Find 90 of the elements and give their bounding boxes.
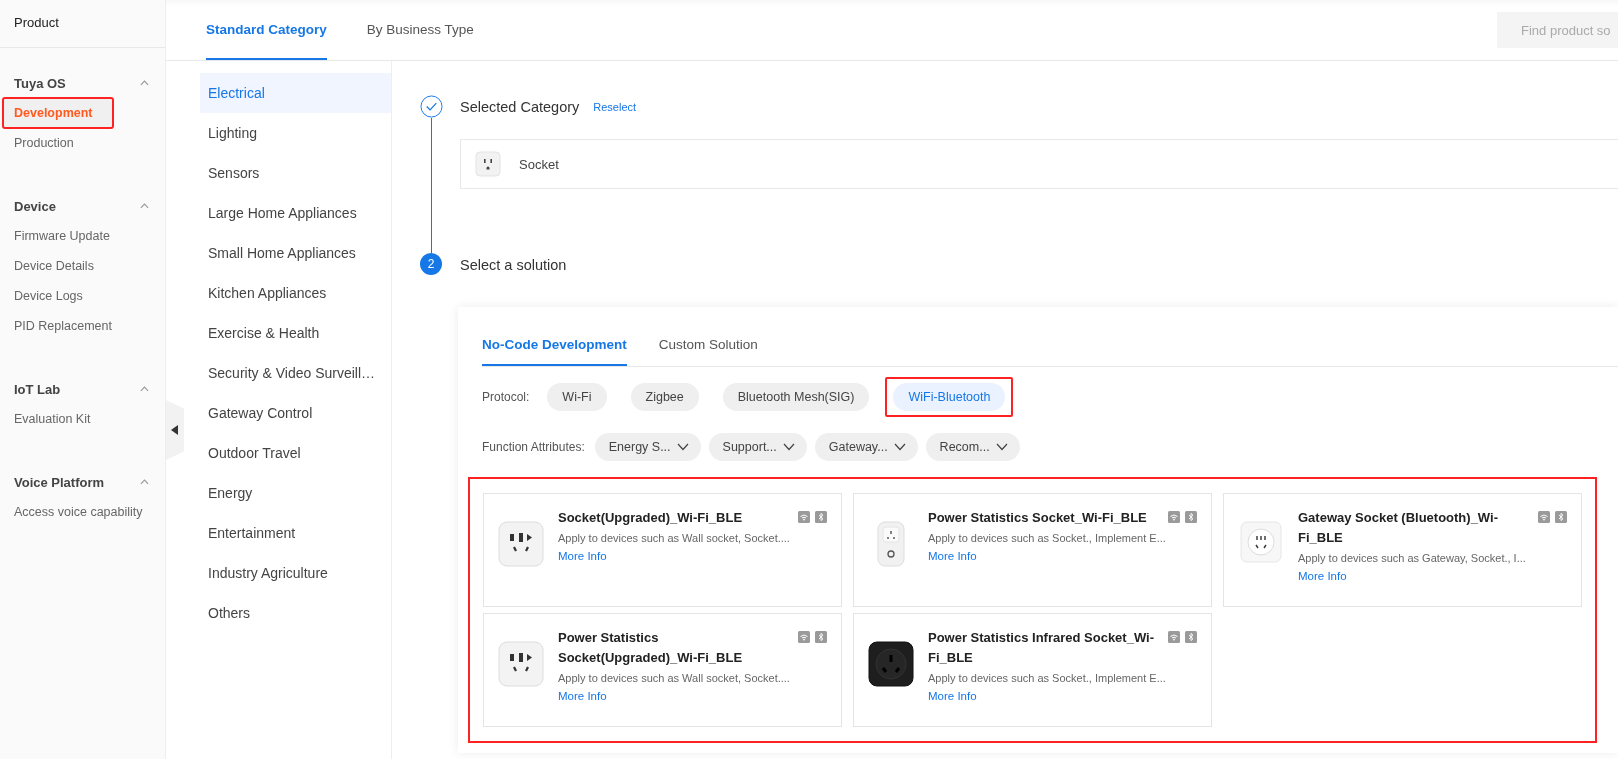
category-item[interactable]: Security & Video Surveill…: [200, 353, 391, 393]
bluetooth-icon: [1185, 511, 1197, 523]
category-item[interactable]: Electrical: [200, 73, 391, 113]
solution-title: Gateway Socket (Bluetooth)_Wi-Fi_BLE: [1298, 509, 1499, 547]
bluetooth-icon: [815, 631, 827, 643]
step-title: Selected Category: [460, 99, 580, 115]
solution-title: Power Statistics Socket(Upgraded)_Wi-Fi_BLE: [558, 629, 744, 667]
solution-description: Apply to devices such as Wall socket, Socket....: [558, 532, 791, 544]
protocol-label: Protocol:: [482, 390, 530, 404]
category-item[interactable]: Outdoor Travel: [200, 433, 391, 473]
category-tab[interactable]: Standard Category: [206, 0, 327, 60]
category-item[interactable]: Gateway Control: [200, 393, 391, 433]
category-item[interactable]: Small Home Appliances: [200, 233, 391, 273]
sidebar-title: Product: [0, 0, 165, 48]
more-info-link[interactable]: More Info: [1298, 570, 1347, 582]
wifi-icon: [1168, 511, 1180, 523]
category-tab[interactable]: By Business Type: [366, 0, 474, 60]
chevron-icon: [140, 479, 149, 485]
solution-title: Power Statistics Socket_Wi-Fi_BLE: [928, 509, 1148, 527]
category-item[interactable]: Large Home Appliances: [200, 193, 391, 233]
bluetooth-icon: [1555, 511, 1567, 523]
category-item[interactable]: Exercise & Health: [200, 313, 391, 353]
more-info-link[interactable]: More Info: [928, 690, 977, 702]
category-item[interactable]: Entertainment: [200, 513, 391, 553]
sidebar-group-header[interactable]: Device: [0, 191, 165, 221]
category-item[interactable]: Lighting: [200, 113, 391, 153]
attribute-dropdown[interactable]: Gateway...: [814, 433, 918, 461]
solution-tab[interactable]: Custom Solution: [658, 325, 758, 366]
category-item[interactable]: Industry Agriculture: [200, 553, 391, 593]
solution-card[interactable]: Gateway Socket (Bluetooth)_Wi-Fi_BLE Apply to devices such as Gateway, Socket., I... More Info: [1223, 493, 1582, 607]
reselect-link[interactable]: Reselect: [593, 101, 637, 113]
function-attributes-label: Function Attributes:: [482, 440, 585, 454]
sidebar-group-header[interactable]: Voice Platform: [0, 467, 165, 497]
socket-product-icon: [867, 640, 915, 688]
socket-product-icon: [497, 640, 545, 688]
socket-product-icon: [497, 520, 545, 568]
sidebar-item[interactable]: Access voice capability: [0, 497, 157, 527]
category-item[interactable]: Energy: [200, 473, 391, 513]
solution-title: Socket(Upgraded)_Wi-Fi_BLE: [558, 509, 744, 527]
category-item[interactable]: Others: [200, 593, 391, 633]
caret-icon: [995, 443, 1008, 451]
attribute-dropdown[interactable]: Energy S...: [594, 433, 701, 461]
protocol-chip[interactable]: Bluetooth Mesh(SIG): [722, 383, 870, 411]
more-info-link[interactable]: More Info: [928, 550, 977, 562]
more-info-link[interactable]: More Info: [558, 690, 607, 702]
protocol-chip[interactable]: WiFi-Bluetooth: [893, 383, 1006, 411]
solution-description: Apply to devices such as Wall socket, Socket....: [558, 672, 791, 684]
bluetooth-icon: [815, 511, 827, 523]
step-title: Select a solution: [460, 257, 567, 273]
sidebar-item[interactable]: Production: [0, 128, 157, 158]
sidebar-item[interactable]: Evaluation Kit: [0, 404, 157, 434]
caret-icon: [782, 443, 795, 451]
solution-card[interactable]: Socket(Upgraded)_Wi-Fi_BLE Apply to devices such as Wall socket, Socket.... More Info: [483, 493, 842, 607]
solution-card[interactable]: Power Statistics Infrared Socket_Wi-Fi_BLE Apply to devices such as Socket., Implement E... More Info: [853, 613, 1212, 727]
solution-description: Apply to devices such as Socket., Implement E...: [928, 672, 1167, 684]
category-item[interactable]: Kitchen Appliances: [200, 273, 391, 313]
protocol-chip[interactable]: Zigbee: [630, 383, 699, 411]
solution-tab[interactable]: No-Code Development: [482, 325, 627, 366]
bluetooth-icon: [1185, 631, 1197, 643]
category-item[interactable]: Sensors: [200, 153, 391, 193]
sidebar-group-header[interactable]: IoT Lab: [0, 374, 165, 404]
solution-card[interactable]: Power Statistics Socket(Upgraded)_Wi-Fi_BLE Apply to devices such as Wall socket, Socket.... More Info: [483, 613, 842, 727]
protocol-chip[interactable]: Wi-Fi: [547, 383, 607, 411]
sidebar-item[interactable]: Device Logs: [0, 281, 157, 311]
sidebar-item[interactable]: Firmware Update: [0, 221, 157, 251]
chevron-icon: [140, 386, 149, 392]
chevron-icon: [140, 80, 149, 86]
sidebar-item[interactable]: PID Replacement: [0, 311, 157, 341]
attribute-dropdown[interactable]: Support...: [708, 433, 807, 461]
caret-icon: [676, 443, 689, 451]
attribute-dropdown[interactable]: Recom...: [925, 433, 1020, 461]
socket-product-icon: [876, 520, 906, 568]
solution-description: Apply to devices such as Socket., Implement E...: [928, 532, 1167, 544]
solution-card[interactable]: Power Statistics Socket_Wi-Fi_BLE Apply to devices such as Socket., Implement E... More Info: [853, 493, 1212, 607]
chevron-icon: [140, 203, 149, 209]
wifi-icon: [1168, 631, 1180, 643]
socket-icon: [475, 151, 501, 177]
category-name: Socket: [519, 156, 559, 172]
wifi-icon: [798, 631, 810, 643]
sidebar-item[interactable]: Device Details: [0, 251, 157, 281]
solution-title: Power Statistics Infrared Socket_Wi-Fi_BLE: [928, 629, 1155, 667]
solution-description: Apply to devices such as Gateway, Socket., I...: [1298, 552, 1527, 564]
caret-icon: [893, 443, 906, 451]
more-info-link[interactable]: More Info: [558, 550, 607, 562]
wifi-icon: [798, 511, 810, 523]
wifi-icon: [1538, 511, 1550, 523]
search-field[interactable]: Find product so: [1497, 12, 1618, 48]
sidebar-group-header[interactable]: Tuya OS: [0, 68, 165, 98]
step-number: 2: [420, 253, 442, 275]
socket-product-icon: [1239, 520, 1283, 564]
